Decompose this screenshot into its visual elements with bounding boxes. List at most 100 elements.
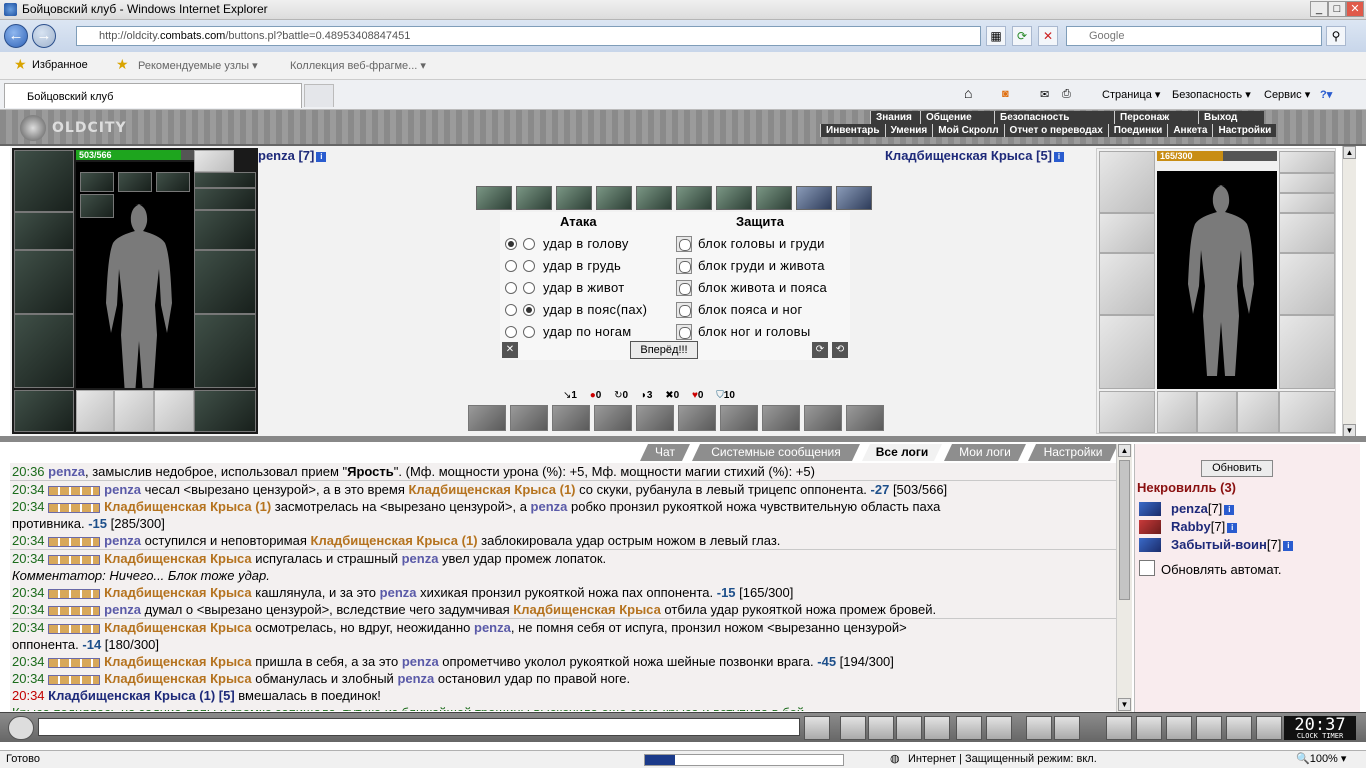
skill-icon[interactable] — [676, 186, 712, 210]
skull-icon[interactable] — [1166, 716, 1192, 740]
refresh-button[interactable]: Обновить — [1201, 460, 1273, 477]
info-icon[interactable]: i — [1227, 522, 1238, 533]
log-fighter-name[interactable]: penza — [380, 585, 417, 600]
attack-radio-groin-2[interactable] — [523, 304, 535, 316]
boots-slot[interactable] — [194, 390, 256, 432]
log-fighter-name[interactable]: penza — [48, 464, 85, 479]
auto-refresh-checkbox[interactable] — [1139, 560, 1155, 576]
new-tab-button[interactable] — [304, 84, 334, 107]
avatar[interactable] — [8, 716, 34, 740]
mask-icon[interactable] — [1136, 716, 1162, 740]
info-icon[interactable]: i — [1283, 540, 1294, 551]
scroll-down-icon[interactable]: ▼ — [1118, 698, 1131, 711]
print-icon[interactable]: ⎙ — [1062, 88, 1071, 101]
empty-slot[interactable] — [76, 390, 114, 432]
attack-radio-legs-2[interactable] — [523, 326, 535, 338]
skill-icon[interactable] — [596, 186, 632, 210]
belt-slot[interactable] — [14, 390, 74, 432]
enemy-belt-slot[interactable] — [1099, 391, 1155, 433]
ability-icon[interactable] — [678, 405, 716, 431]
tab-my-logs[interactable]: Мои логи — [944, 444, 1026, 461]
emote-icon[interactable] — [924, 716, 950, 740]
pants-slot[interactable] — [194, 314, 256, 388]
log-fighter-name[interactable]: penza — [402, 551, 439, 566]
bracers-slot[interactable] — [194, 210, 256, 250]
forward-attack-button[interactable]: Вперёд!!! — [630, 341, 698, 359]
player-name[interactable]: penza [7] i — [258, 148, 327, 163]
empty-slot[interactable] — [114, 390, 154, 432]
zoom-text[interactable]: 🔍100% ▾ — [1296, 751, 1346, 768]
mail-icon[interactable]: ✉ — [1040, 88, 1049, 101]
ability-icon[interactable] — [552, 405, 590, 431]
translit-icon[interactable] — [956, 716, 982, 740]
attack-radio-head-2[interactable] — [523, 238, 535, 250]
filter-icon[interactable] — [868, 716, 894, 740]
battle-scrollbar[interactable]: ▲ ▼ — [1342, 146, 1356, 438]
ability-icon[interactable] — [636, 405, 674, 431]
page-menu[interactable]: Страница ▾ — [1102, 88, 1160, 101]
amulet-slot[interactable] — [194, 172, 256, 188]
log-fighter-name[interactable]: Кладбищенская Крыса (1) — [311, 533, 478, 548]
ability-icon[interactable] — [720, 405, 758, 431]
member-item[interactable]: Rabby[7] i — [1171, 519, 1238, 534]
menu-character[interactable]: Персонаж — [1114, 111, 1198, 124]
attack-radio-belly-2[interactable] — [523, 282, 535, 294]
log-fighter-name[interactable]: Кладбищенская Крыса — [104, 551, 252, 566]
enemy-amulet-slot[interactable] — [1279, 173, 1335, 193]
bag-icon[interactable] — [1106, 716, 1132, 740]
member-item[interactable]: Забытый-воин[7] i — [1171, 537, 1294, 552]
skill-icon[interactable] — [636, 186, 672, 210]
menu-skills[interactable]: Умения — [884, 124, 933, 137]
menu-settings[interactable]: Настройки — [1212, 124, 1276, 137]
skill-icon[interactable] — [516, 186, 552, 210]
feeds-icon[interactable]: ◙ — [1002, 88, 1009, 100]
help-icon[interactable]: ?▾ — [1320, 88, 1332, 101]
auto-battle-icon[interactable]: ⟲ — [832, 342, 848, 358]
tab-system[interactable]: Системные сообщения — [692, 444, 860, 461]
menu-transfers[interactable]: Отчет о переводах — [1003, 124, 1108, 137]
tab-active[interactable]: Бойцовский клуб — [4, 83, 302, 108]
ring-slot[interactable] — [118, 172, 152, 192]
fav-item-gallery[interactable]: Коллекция веб-фрагме... ▾ — [290, 59, 426, 72]
friends-icon[interactable] — [1196, 716, 1222, 740]
send-icon[interactable] — [804, 716, 830, 740]
refresh-icon[interactable]: ⟳ — [1012, 26, 1032, 46]
log-fighter-name[interactable]: Кладбищенская Крыса — [104, 620, 252, 635]
gloves-slot[interactable] — [14, 212, 74, 250]
save-icon[interactable] — [896, 716, 922, 740]
enemy-pants-slot[interactable] — [1279, 315, 1335, 389]
skill-icon[interactable] — [836, 186, 872, 210]
attack-radio-groin-1[interactable] — [505, 304, 517, 316]
enemy-shield-slot[interactable] — [1279, 253, 1335, 315]
log-fighter-name[interactable]: penza — [104, 602, 141, 617]
menu-my-scroll[interactable]: Мой Скролл — [932, 124, 1003, 137]
log-fighter-name[interactable]: penza — [531, 499, 568, 514]
ability-icon[interactable] — [804, 405, 842, 431]
tab-all-logs[interactable]: Все логи — [862, 444, 942, 461]
attack-radio-belly-1[interactable] — [505, 282, 517, 294]
log-fighter-name[interactable]: penza — [474, 620, 511, 635]
log-fighter-name[interactable]: Кладбищенская Крыса — [104, 654, 252, 669]
tab-settings[interactable]: Настройки — [1028, 444, 1118, 461]
log-fighter-name[interactable]: Кладбищенская Крыса — [104, 671, 252, 686]
favorites-star-icon[interactable]: ★ — [14, 56, 27, 73]
skill-icon[interactable] — [756, 186, 792, 210]
forward-button[interactable]: → — [32, 24, 56, 48]
enemy-boots-slot[interactable] — [1279, 391, 1335, 433]
skill-icon[interactable] — [796, 186, 832, 210]
menu-profile[interactable]: Анкета — [1167, 124, 1212, 137]
menu-social[interactable]: Общение — [920, 111, 994, 124]
add-favorite-icon[interactable]: ★ — [116, 56, 129, 73]
tab-chat[interactable]: Чат — [640, 444, 690, 461]
ring-slot[interactable] — [156, 172, 190, 192]
attack-radio-head-1[interactable] — [505, 238, 517, 250]
ability-icon[interactable] — [594, 405, 632, 431]
home-icon[interactable]: ⌂ — [964, 85, 972, 101]
empty-slot[interactable] — [154, 390, 194, 432]
search-input[interactable]: Google — [1066, 26, 1322, 46]
empty-slot[interactable] — [1237, 391, 1279, 433]
close-button[interactable]: ✕ — [1346, 1, 1364, 17]
menu-knowledge[interactable]: Знания — [870, 111, 920, 124]
stop-icon[interactable]: ✕ — [1038, 26, 1058, 46]
menu-security[interactable]: Безопасность — [994, 111, 1114, 124]
